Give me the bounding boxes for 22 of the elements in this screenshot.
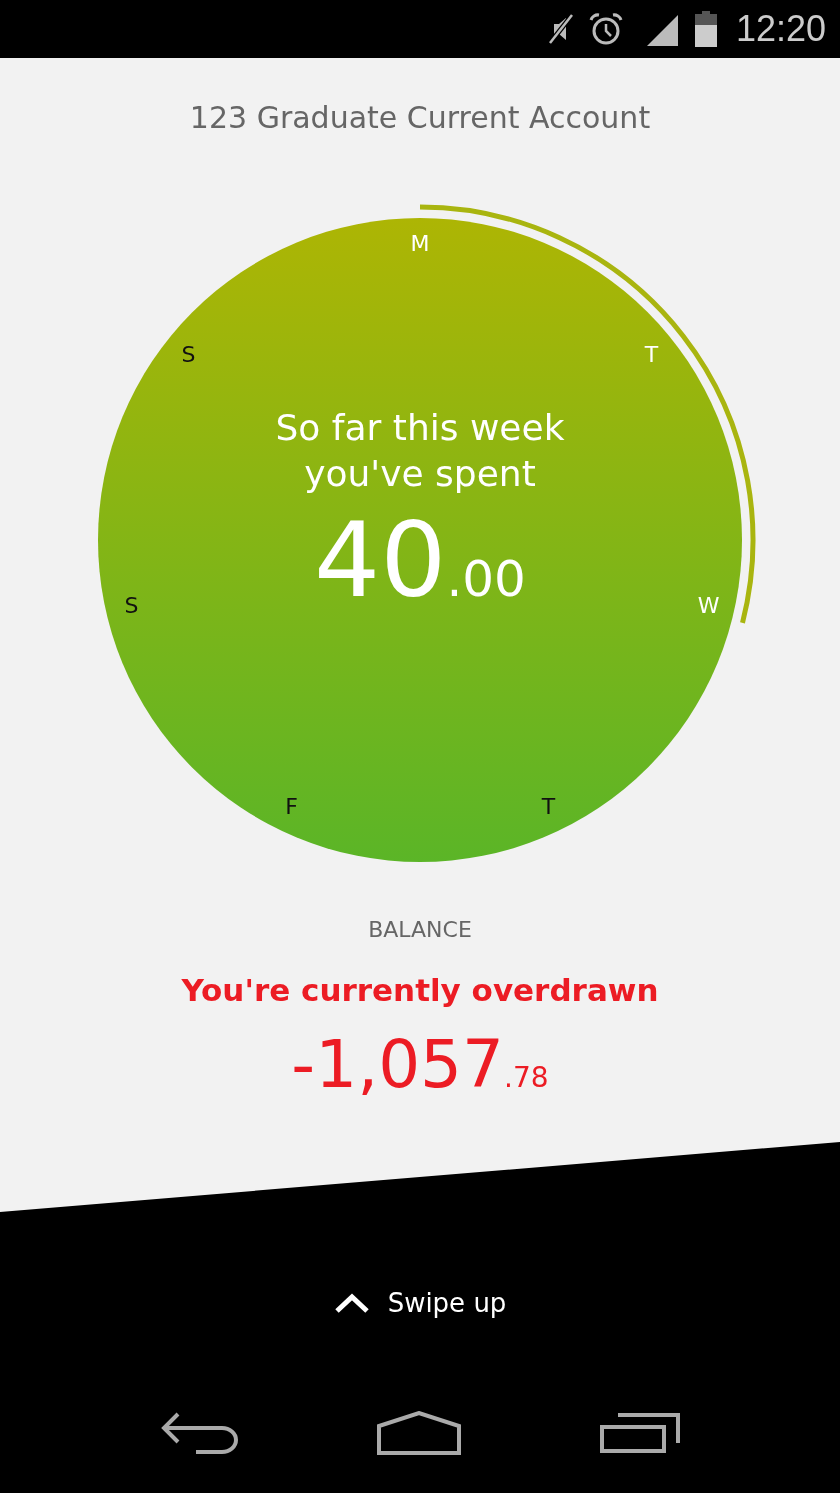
status-time: 12:20 [735, 8, 826, 50]
day-label: M [410, 232, 430, 256]
overdrawn-message: You're currently overdrawn [181, 971, 659, 1010]
spending-caption: So far this week you've spent [274, 406, 566, 496]
day-label: W [697, 593, 720, 618]
back-icon[interactable] [159, 1412, 238, 1454]
day-label: F [285, 794, 298, 819]
day-label: S [124, 593, 139, 618]
balance-amount: -1,057.78 [291, 1025, 549, 1105]
battery-icon [693, 11, 718, 47]
chevron-up-icon [333, 1291, 370, 1314]
spent-amount: 40.00 [314, 505, 526, 623]
swipe-up-hint[interactable]: Swipe up [333, 1285, 507, 1320]
home-icon[interactable] [377, 1411, 461, 1455]
day-label: T [541, 794, 556, 819]
alarm-clock-icon [587, 12, 624, 46]
day-label: S [181, 343, 196, 368]
mute-icon [547, 13, 574, 45]
balance-label: BALANCE [368, 918, 472, 942]
recent-apps-icon[interactable] [600, 1413, 681, 1453]
account-title: 123 Graduate Current Account [189, 99, 651, 137]
day-label: T [644, 343, 659, 368]
